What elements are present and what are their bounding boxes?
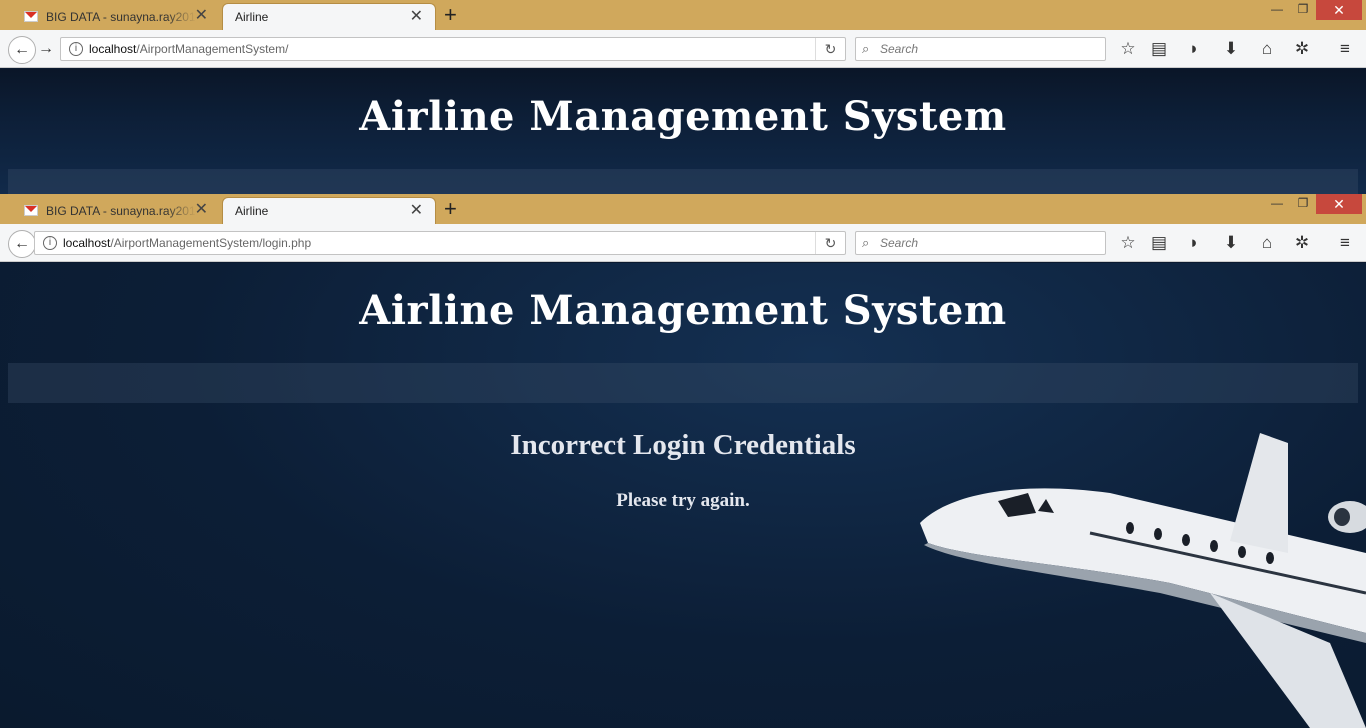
search-input[interactable]: ⌕ Search — [855, 231, 1106, 255]
jet-image — [920, 433, 1366, 728]
reload-icon[interactable]: ↻ — [815, 232, 845, 254]
browser-window-1: BIG DATA - sunayna.ray2015 ✕ Airline ✕ +… — [0, 0, 1366, 194]
window-close-icon[interactable]: ✕ — [1316, 0, 1362, 20]
url-host: localhost — [63, 236, 111, 250]
close-tab-icon[interactable]: ✕ — [410, 203, 423, 219]
gmail-icon — [24, 205, 38, 216]
search-icon: ⌕ — [862, 41, 870, 56]
tab-airline[interactable]: Airline ✕ — [222, 3, 436, 30]
page-content: Airline Management System — [0, 69, 1366, 194]
download-icon[interactable]: ⬇ — [1220, 39, 1242, 59]
search-placeholder: Search — [880, 42, 919, 56]
new-tab-icon[interactable]: + — [444, 4, 457, 26]
tab-strip: BIG DATA - sunayna.ray2015 ✕ Airline ✕ +… — [0, 0, 1366, 30]
url-path: /AirportManagementSystem/login.php — [110, 236, 312, 250]
forward-icon[interactable]: → — [38, 40, 54, 58]
close-tab-icon[interactable]: ✕ — [195, 8, 208, 24]
new-tab-icon[interactable]: + — [444, 198, 457, 220]
page-title: Airline Management System — [359, 93, 1007, 140]
bookmark-star-icon[interactable]: ☆ — [1117, 233, 1139, 253]
download-icon[interactable]: ⬇ — [1220, 233, 1242, 253]
url-bar[interactable]: i localhost/AirportManagementSystem/logi… — [34, 231, 846, 255]
navigation-bar: ← i localhost/AirportManagementSystem/lo… — [0, 224, 1366, 262]
back-icon[interactable]: ← — [8, 36, 36, 64]
tab-gmail[interactable]: BIG DATA - sunayna.ray2015 ✕ — [14, 3, 220, 30]
minimize-icon[interactable]: — — [1264, 194, 1290, 214]
pocket-icon[interactable]: ◗ — [1183, 233, 1205, 253]
home-icon[interactable]: ⌂ — [1256, 233, 1278, 253]
close-tab-icon[interactable]: ✕ — [195, 202, 208, 218]
extension-icon[interactable]: ✲ — [1291, 39, 1313, 59]
search-icon: ⌕ — [862, 235, 870, 250]
reading-list-icon[interactable]: ▤ — [1148, 233, 1170, 253]
menu-icon[interactable]: ≡ — [1334, 39, 1356, 59]
info-icon[interactable]: i — [69, 42, 83, 56]
window-close-icon[interactable]: ✕ — [1316, 194, 1362, 214]
tab-title: Airline — [235, 10, 269, 24]
bookmark-star-icon[interactable]: ☆ — [1117, 39, 1139, 59]
url-host: localhost — [89, 42, 137, 56]
tab-gmail[interactable]: BIG DATA - sunayna.ray2015 ✕ — [14, 197, 220, 224]
pocket-icon[interactable]: ◗ — [1183, 39, 1205, 59]
reload-icon[interactable]: ↻ — [815, 38, 845, 60]
nav-menu-strip — [8, 169, 1358, 194]
nav-menu-strip — [8, 363, 1358, 403]
navigation-bar: ← → i localhost/AirportManagementSystem/… — [0, 30, 1366, 68]
extension-icon[interactable]: ✲ — [1291, 233, 1313, 253]
tab-title: Airline — [235, 204, 269, 218]
url-text: localhost/AirportManagementSystem/login.… — [63, 232, 311, 254]
page-title: Airline Management System — [359, 287, 1007, 334]
info-icon[interactable]: i — [43, 236, 57, 250]
back-icon[interactable]: ← — [8, 230, 36, 258]
browser-window-2: BIG DATA - sunayna.ray2015 ✕ Airline ✕ +… — [0, 194, 1366, 728]
restore-icon[interactable]: ❐ — [1290, 0, 1316, 20]
tab-strip: BIG DATA - sunayna.ray2015 ✕ Airline ✕ +… — [0, 194, 1366, 224]
window-controls: — ❐ ✕ — [1264, 194, 1362, 216]
page-content: Airline Management System Incorrect Logi… — [0, 263, 1366, 728]
tab-title: BIG DATA - sunayna.ray2015 — [46, 9, 196, 24]
url-text: localhost/AirportManagementSystem/ — [89, 38, 288, 60]
gmail-icon — [24, 11, 38, 22]
search-placeholder: Search — [880, 236, 919, 250]
tab-airline[interactable]: Airline ✕ — [222, 197, 436, 224]
window-controls: — ❐ ✕ — [1264, 0, 1362, 22]
url-path: /AirportManagementSystem/ — [136, 42, 289, 56]
minimize-icon[interactable]: — — [1264, 0, 1290, 20]
restore-icon[interactable]: ❐ — [1290, 194, 1316, 214]
close-tab-icon[interactable]: ✕ — [410, 9, 423, 25]
url-bar[interactable]: i localhost/AirportManagementSystem/ ↻ — [60, 37, 846, 61]
home-icon[interactable]: ⌂ — [1256, 39, 1278, 59]
reading-list-icon[interactable]: ▤ — [1148, 39, 1170, 59]
search-input[interactable]: ⌕ Search — [855, 37, 1106, 61]
menu-icon[interactable]: ≡ — [1334, 233, 1356, 253]
tab-title: BIG DATA - sunayna.ray2015 — [46, 203, 196, 218]
